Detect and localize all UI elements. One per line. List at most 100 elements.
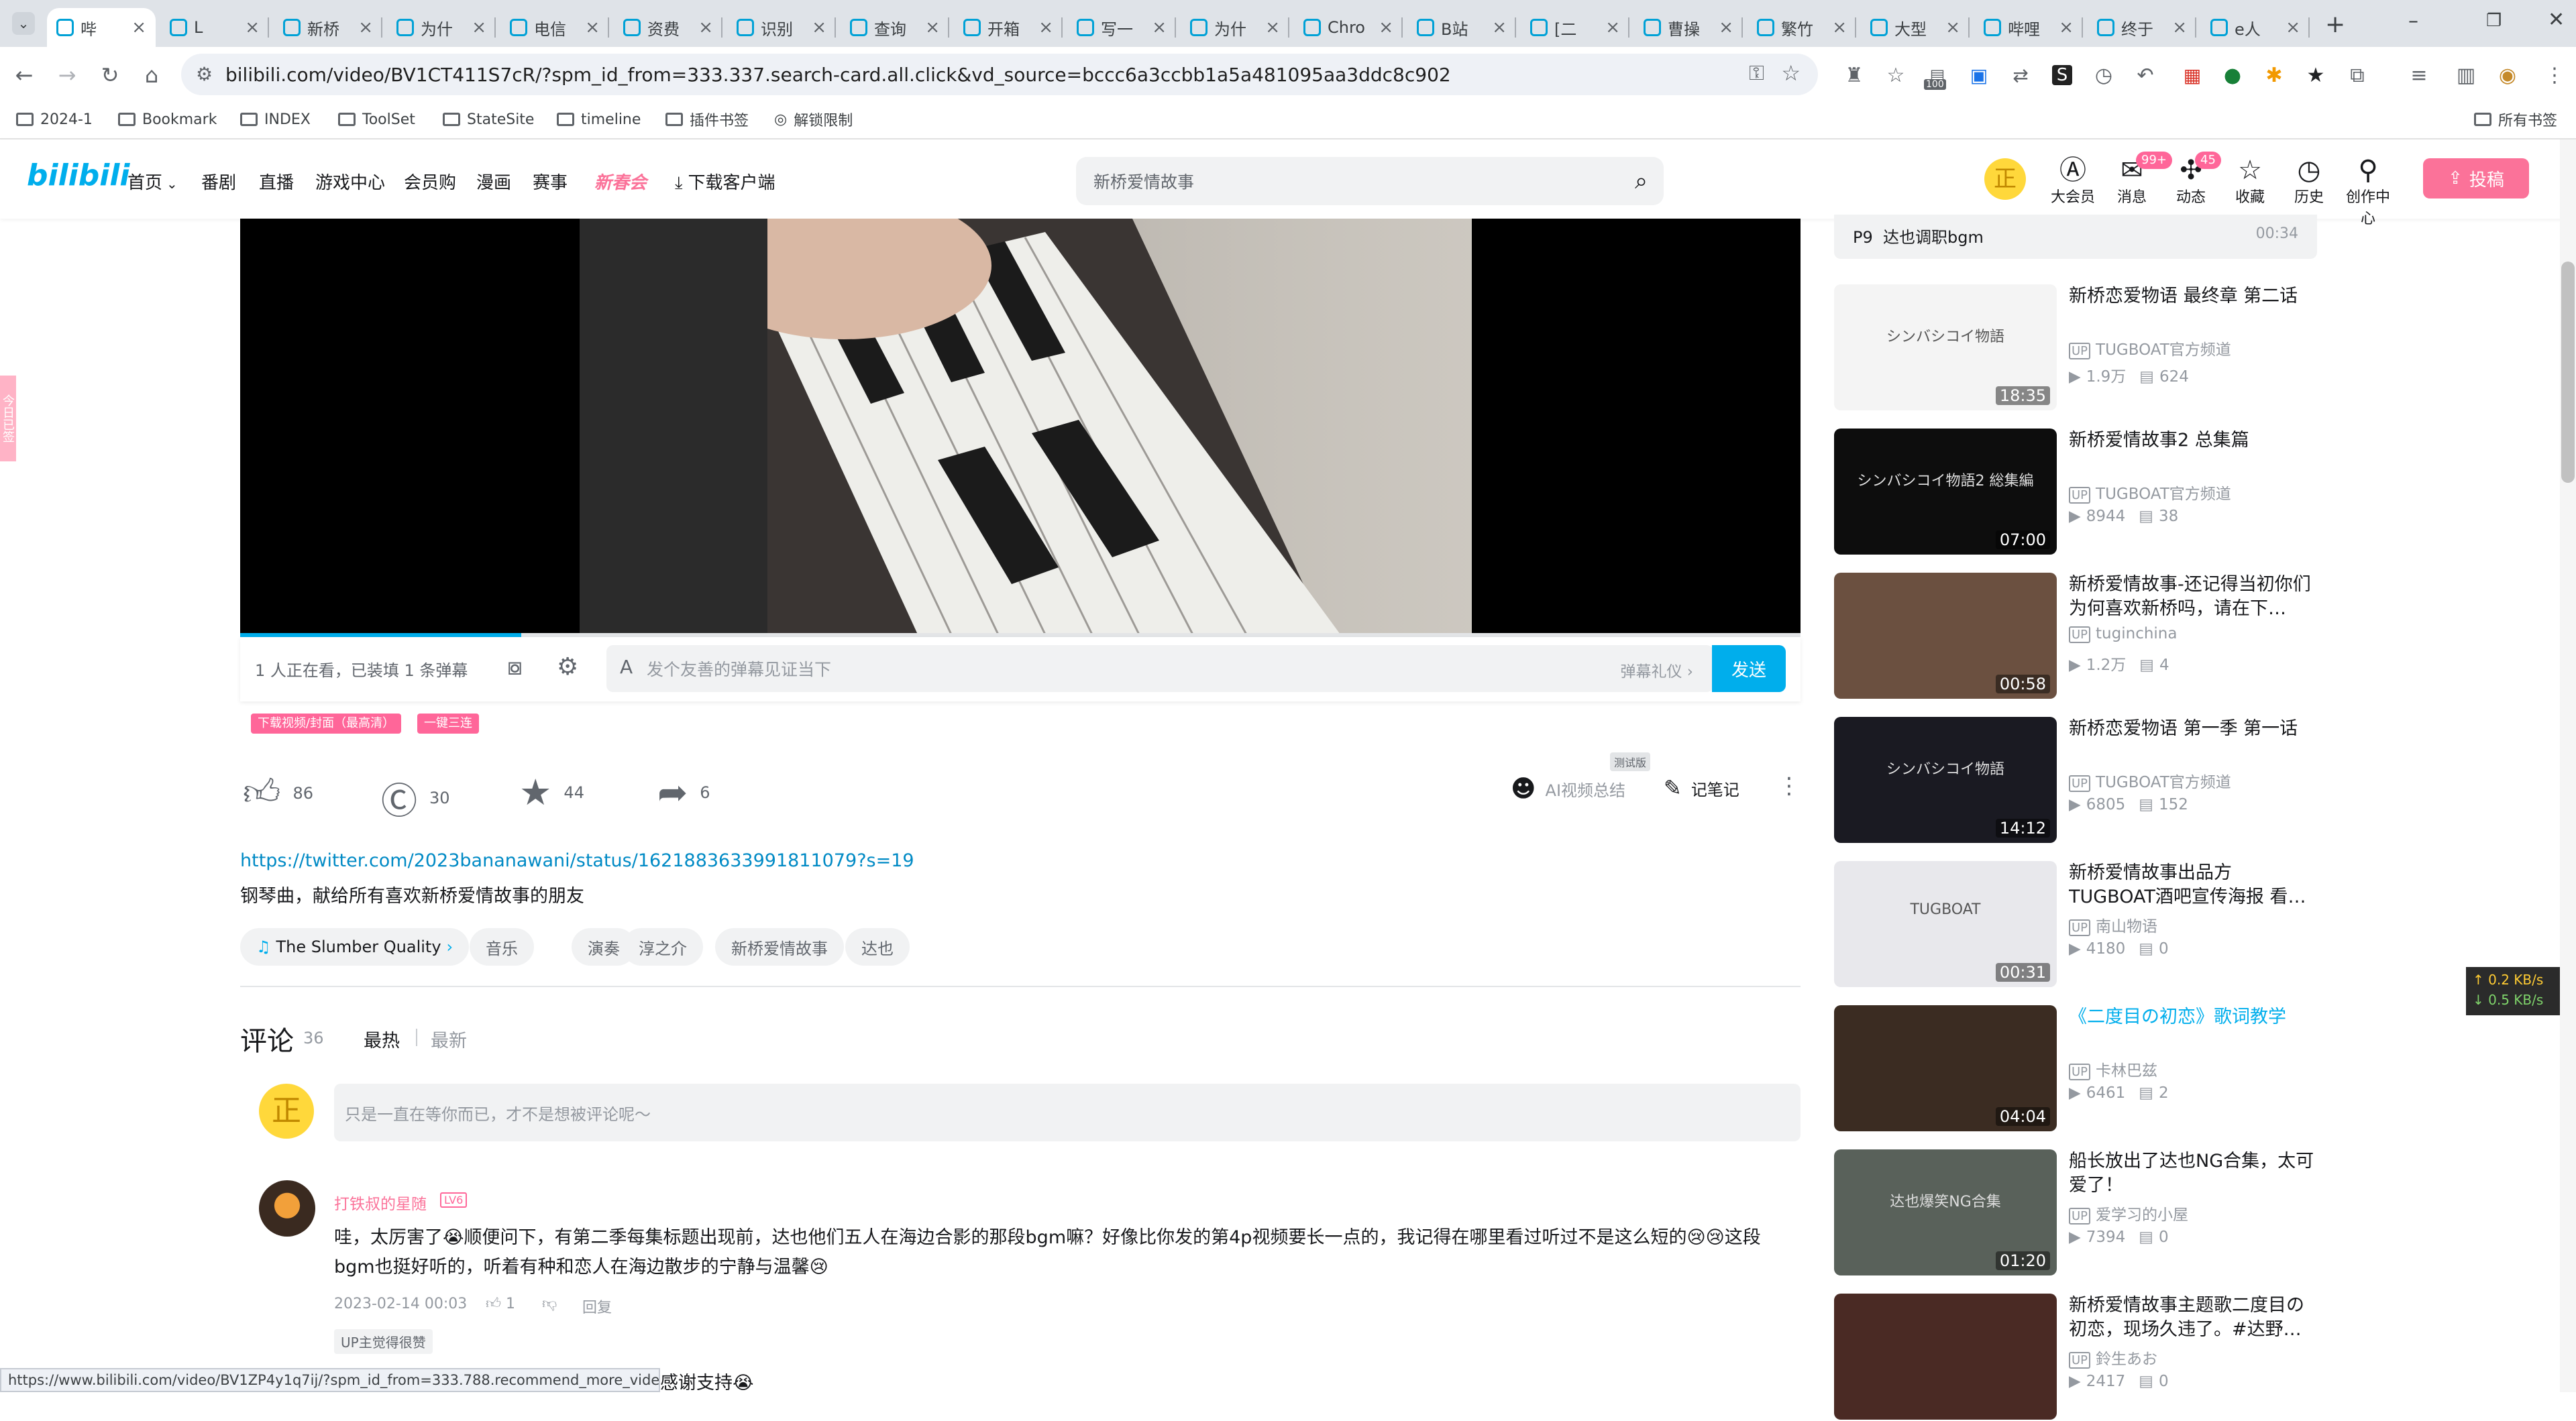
s-extension-icon[interactable]: S	[2052, 65, 2072, 85]
nav-item[interactable]: 番剧	[201, 169, 236, 194]
tab-close-icon[interactable]: ×	[1265, 17, 1280, 38]
browser-tab[interactable]: [二 ×	[1521, 8, 1629, 47]
browser-tab[interactable]: 为什 ×	[387, 8, 496, 47]
tab-close-icon[interactable]: ×	[245, 17, 260, 38]
recommend-item[interactable]: 04:04 《二度目の初恋》歌词教学 UP 卡林巴兹 ▶ 6461 ▤ 2	[1834, 1005, 2317, 1133]
bookmark-item[interactable]: ◎ 解锁限制	[774, 109, 853, 130]
video-tag[interactable]: 新桥爱情故事	[715, 928, 844, 966]
red-extension-icon[interactable]: ▦	[2178, 60, 2207, 90]
font-icon[interactable]: A	[620, 656, 633, 678]
video-title[interactable]: 新桥爱情故事出品方TUGBOAT酒吧宣传海报 看…	[2069, 861, 2317, 909]
tab-close-icon[interactable]: ×	[698, 17, 713, 38]
browser-tab[interactable]: 为什 ×	[1181, 8, 1289, 47]
bookmark-item[interactable]: INDEX	[240, 109, 311, 130]
tab-close-icon[interactable]: ×	[1152, 17, 1167, 38]
header-item[interactable]: ⚲ 创作中心	[2341, 156, 2395, 228]
tab-close-icon[interactable]: ×	[2172, 17, 2187, 38]
header-item[interactable]: ◷ 历史	[2282, 156, 2336, 207]
ai-summary-button[interactable]: ☻ AI视频总结	[1511, 775, 1625, 803]
address-bar[interactable]: ⚙ bilibili.com/video/BV1CT411S7cR/?spm_i…	[181, 54, 1818, 95]
new-tab-button[interactable]: +	[2325, 11, 2345, 38]
video-author[interactable]: UP TUGBOAT官方频道	[2069, 769, 2231, 792]
translate-extension-icon[interactable]: ⇄	[2006, 60, 2035, 90]
bookmark-star-icon[interactable]: ☆	[1781, 60, 1801, 86]
video-action-button[interactable]: 👍︎ 86	[243, 771, 313, 815]
video-action-button[interactable]: ➦ 6	[657, 771, 710, 813]
side-panel-icon[interactable]: ▥	[2451, 60, 2481, 90]
send-danmaku-button[interactable]: 发送	[1712, 645, 1786, 692]
tab-close-icon[interactable]: ×	[131, 17, 146, 38]
video-title[interactable]: 新桥爱情故事2 总集篇	[2069, 429, 2317, 453]
puzzle-color-icon[interactable]: ✱	[2259, 60, 2289, 90]
video-action-button[interactable]: Ⓒ 30	[381, 771, 450, 824]
comment-reply-button[interactable]: 回复	[582, 1296, 612, 1317]
video-tag[interactable]: 达也	[845, 928, 910, 966]
video-author[interactable]: UP 爱学习的小屋	[2069, 1202, 2188, 1225]
tab-close-icon[interactable]: ×	[2059, 17, 2074, 38]
reading-list-icon[interactable]: ≡	[2404, 60, 2434, 90]
sort-hot-tab[interactable]: 最热	[364, 1026, 400, 1052]
minimize-button[interactable]: –	[2408, 9, 2418, 33]
tab-close-icon[interactable]: ×	[358, 17, 373, 38]
nav-item[interactable]: 首页 ⌄	[127, 169, 178, 194]
more-options-icon[interactable]: ⋮	[1778, 773, 1801, 799]
home-icon[interactable]: ⌂	[137, 60, 166, 90]
site-info-icon[interactable]: ⚙	[196, 63, 213, 85]
video-thumbnail[interactable]: シンバシコイ物語 14:12	[1834, 717, 2057, 843]
nav-item[interactable]: 游戏中心	[315, 169, 385, 194]
header-item[interactable]: Ⓐ 大会员	[2046, 156, 2100, 207]
recommend-item[interactable]: 00:58 新桥爱情故事-还记得当初你们为何喜欢新桥吗，请在下… UP tuginch…	[1834, 573, 2317, 700]
video-title[interactable]: 新桥恋爱物语 最终章 第二话	[2069, 284, 2317, 308]
danmaku-toggle-icon[interactable]: ⧇	[507, 653, 523, 681]
browser-tab[interactable]: e人 ×	[2201, 8, 2310, 47]
all-bookmarks[interactable]: 所有书签	[2474, 109, 2557, 130]
video-title[interactable]: 新桥恋爱物语 第一季 第一话	[2069, 717, 2317, 741]
comment-like-button[interactable]: 👍︎ 1	[486, 1294, 515, 1312]
tab-close-icon[interactable]: ×	[1038, 17, 1053, 38]
tab-close-icon[interactable]: ×	[1832, 17, 1847, 38]
user-avatar[interactable]: 正	[1984, 158, 2026, 200]
tab-close-icon[interactable]: ×	[812, 17, 826, 38]
history-extension-icon[interactable]: ◷	[2089, 60, 2118, 90]
video-title[interactable]: 新桥爱情故事-还记得当初你们为何喜欢新桥吗，请在下…	[2069, 573, 2317, 621]
search-icon[interactable]: ⌕	[1635, 168, 1648, 194]
recommend-item[interactable]: シンバシコイ物語 14:12 新桥恋爱物语 第一季 第一话 UP TUGBOAT官方频道…	[1834, 717, 2317, 844]
browser-tab[interactable]: 识别 ×	[727, 8, 836, 47]
tab-close-icon[interactable]: ×	[585, 17, 600, 38]
tab-close-icon[interactable]: ×	[1605, 17, 1620, 38]
video-title[interactable]: 新桥爱情故事主题歌二度目の初恋，现场久违了。#达野…	[2069, 1294, 2317, 1342]
tab-search-button[interactable]: ⌄	[12, 12, 35, 35]
video-title[interactable]: 《二度目の初恋》歌词教学	[2069, 1005, 2317, 1029]
browser-tab[interactable]: 开箱 ×	[954, 8, 1063, 47]
comment-dislike-icon[interactable]: 👎︎	[542, 1294, 557, 1312]
tab-close-icon[interactable]: ×	[2286, 17, 2300, 38]
browser-tab[interactable]: Chro ×	[1294, 8, 1403, 47]
forward-icon[interactable]: →	[52, 60, 82, 90]
browser-tab[interactable]: 查询 ×	[841, 8, 949, 47]
description-link[interactable]: https://twitter.com/2023bananawani/statu…	[240, 850, 914, 871]
video-author[interactable]: UP 南山物语	[2069, 913, 2157, 936]
upload-button[interactable]: ⇪ 投稿	[2423, 158, 2529, 198]
browser-tab[interactable]: 写一 ×	[1067, 8, 1176, 47]
extensions-puzzle-icon[interactable]: ⧉	[2343, 60, 2372, 90]
nav-item[interactable]: 新春会	[594, 169, 647, 194]
scrollbar-thumb[interactable]	[2561, 262, 2575, 483]
browser-tab[interactable]: 资费 ×	[614, 8, 722, 47]
video-title[interactable]: 船长放出了达也NG合集，太可爱了！	[2069, 1149, 2317, 1198]
header-item[interactable]: ☆ 收藏	[2223, 156, 2277, 207]
tab-close-icon[interactable]: ×	[1492, 17, 1507, 38]
undo-extension-icon[interactable]: ↶	[2131, 60, 2160, 90]
video-thumbnail[interactable]: 04:04	[1834, 1005, 2057, 1131]
recommend-item[interactable]: 达也爆笑NG合集 01:20 船长放出了达也NG合集，太可爱了！ UP 爱学习的小屋 ▶ 7…	[1834, 1149, 2317, 1277]
tab-close-icon[interactable]: ×	[472, 17, 486, 38]
browser-tab[interactable]: 电信 ×	[500, 8, 609, 47]
reload-icon[interactable]: ↻	[95, 60, 125, 90]
trophy-extension-icon[interactable]: ♜	[1839, 60, 1869, 90]
counter-extension-icon[interactable]: ▤ 100	[1923, 60, 1952, 90]
browser-tab[interactable]: 哔哩 ×	[1974, 8, 2083, 47]
daily-signin-tab[interactable]: 今日已签	[0, 376, 16, 461]
site-search-input[interactable]: 新桥爱情故事 ⌕	[1076, 157, 1664, 205]
browser-tab[interactable]: 繁竹 ×	[1748, 8, 1856, 47]
bookmark-item[interactable]: 2024-1	[16, 109, 93, 130]
close-window-button[interactable]: ✕	[2548, 8, 2565, 32]
